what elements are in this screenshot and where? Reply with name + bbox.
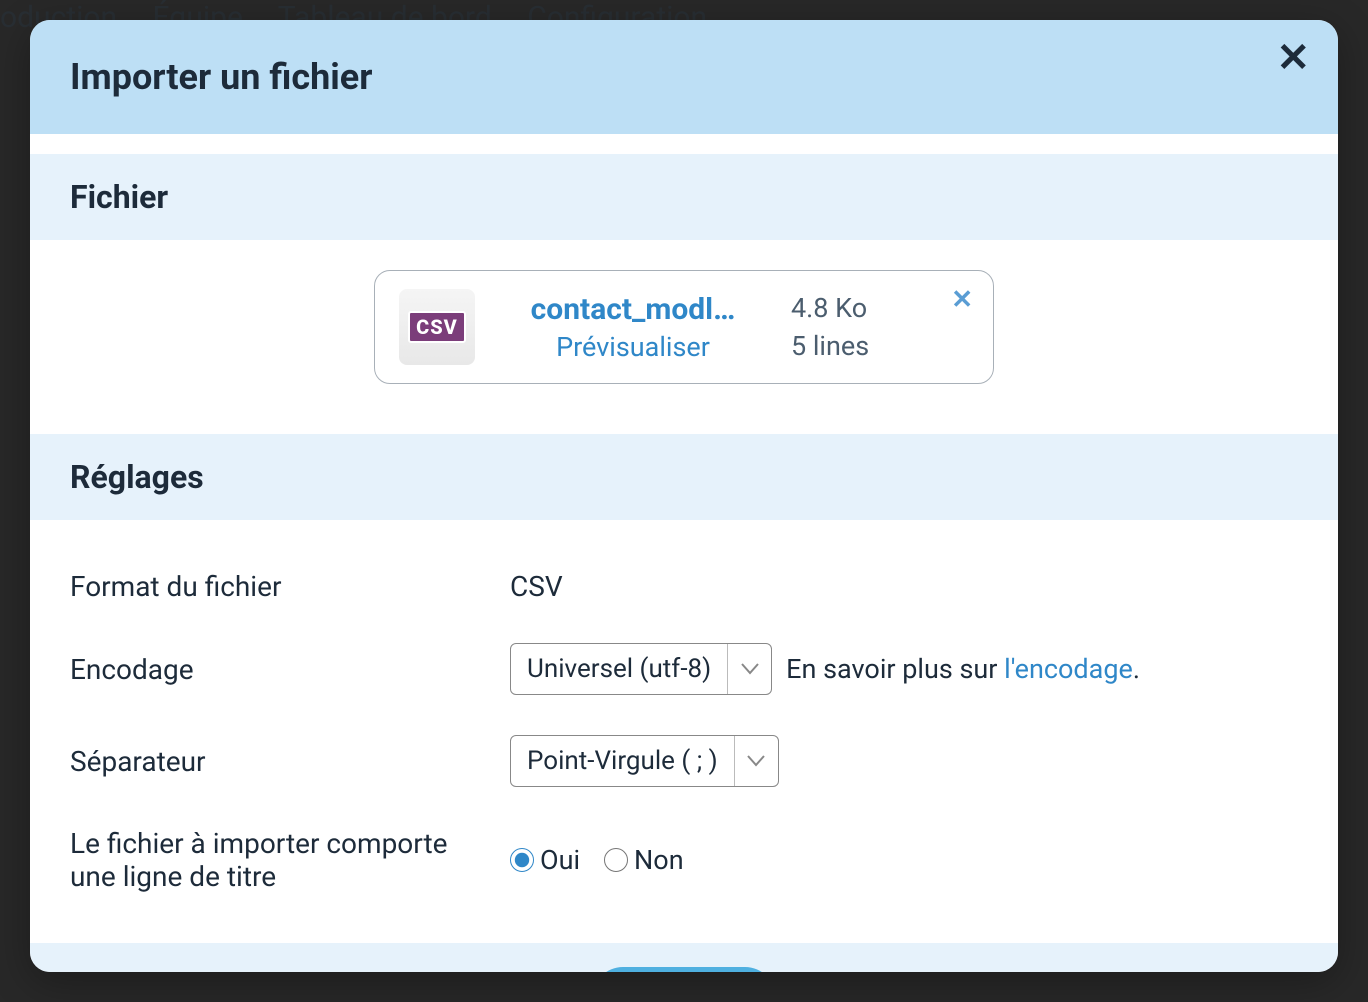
import-file-modal: Importer un fichier ✕ Fichier CSV contac… bbox=[30, 20, 1338, 972]
settings-section-title: Réglages bbox=[70, 458, 1298, 496]
separator-value: Point-Virgule ( ; ) bbox=[510, 735, 779, 787]
file-section-header: Fichier bbox=[30, 154, 1338, 240]
format-row: Format du fichier CSV bbox=[70, 550, 1298, 623]
preview-link[interactable]: Prévisualiser bbox=[556, 331, 710, 363]
header-line-row: Le fichier à importer comporte une ligne… bbox=[70, 807, 1298, 913]
settings-section-header: Réglages bbox=[30, 434, 1338, 520]
modal-body: Fichier CSV contact_modl… Prévisualiser … bbox=[30, 134, 1338, 972]
file-meta: 4.8 Ko 5 lines bbox=[791, 292, 869, 362]
modal-footer: Ajouter bbox=[30, 943, 1338, 972]
radio-yes-input[interactable] bbox=[510, 848, 534, 872]
modal-title: Importer un fichier bbox=[70, 56, 372, 98]
format-value: CSV bbox=[510, 570, 563, 603]
close-icon[interactable]: ✕ bbox=[1276, 38, 1310, 78]
radio-no[interactable]: Non bbox=[604, 844, 684, 876]
file-name[interactable]: contact_modl… bbox=[493, 292, 773, 327]
encoding-select[interactable]: Universel (utf-8) bbox=[510, 643, 772, 695]
remove-file-icon[interactable]: ✕ bbox=[951, 287, 973, 313]
chevron-down-icon bbox=[734, 736, 778, 786]
separator-label: Séparateur bbox=[70, 745, 470, 778]
radio-no-label: Non bbox=[634, 844, 684, 876]
file-type-badge: CSV bbox=[408, 311, 466, 343]
file-card: CSV contact_modl… Prévisualiser 4.8 Ko 5… bbox=[374, 270, 994, 384]
file-section-content: CSV contact_modl… Prévisualiser 4.8 Ko 5… bbox=[30, 240, 1338, 414]
separator-select[interactable]: Point-Virgule ( ; ) bbox=[510, 735, 779, 787]
header-line-label: Le fichier à importer comporte une ligne… bbox=[70, 827, 470, 893]
add-button[interactable]: Ajouter bbox=[592, 967, 775, 972]
encoding-help: En savoir plus sur l'encodage. bbox=[786, 653, 1140, 685]
settings-section-content: Format du fichier CSV Encodage Universel… bbox=[30, 520, 1338, 943]
encoding-selected: Universel (utf-8) bbox=[511, 644, 727, 694]
header-line-radios: Oui Non bbox=[510, 844, 684, 876]
format-label: Format du fichier bbox=[70, 570, 470, 603]
modal-header: Importer un fichier ✕ bbox=[30, 20, 1338, 134]
separator-selected: Point-Virgule ( ; ) bbox=[511, 736, 734, 786]
file-lines: 5 lines bbox=[791, 330, 869, 362]
encoding-help-link[interactable]: l'encodage bbox=[1004, 653, 1133, 685]
file-size: 4.8 Ko bbox=[791, 292, 869, 324]
radio-yes-label: Oui bbox=[540, 844, 580, 876]
csv-file-icon: CSV bbox=[399, 289, 475, 365]
radio-yes[interactable]: Oui bbox=[510, 844, 580, 876]
separator-row: Séparateur Point-Virgule ( ; ) bbox=[70, 715, 1298, 807]
radio-no-input[interactable] bbox=[604, 848, 628, 872]
file-center: contact_modl… Prévisualiser bbox=[493, 292, 773, 363]
chevron-down-icon bbox=[727, 644, 771, 694]
encoding-label: Encodage bbox=[70, 653, 470, 686]
encoding-value: Universel (utf-8) En savoir plus sur l'e… bbox=[510, 643, 1140, 695]
file-section-title: Fichier bbox=[70, 178, 1298, 216]
encoding-row: Encodage Universel (utf-8) En savoir plu… bbox=[70, 623, 1298, 715]
